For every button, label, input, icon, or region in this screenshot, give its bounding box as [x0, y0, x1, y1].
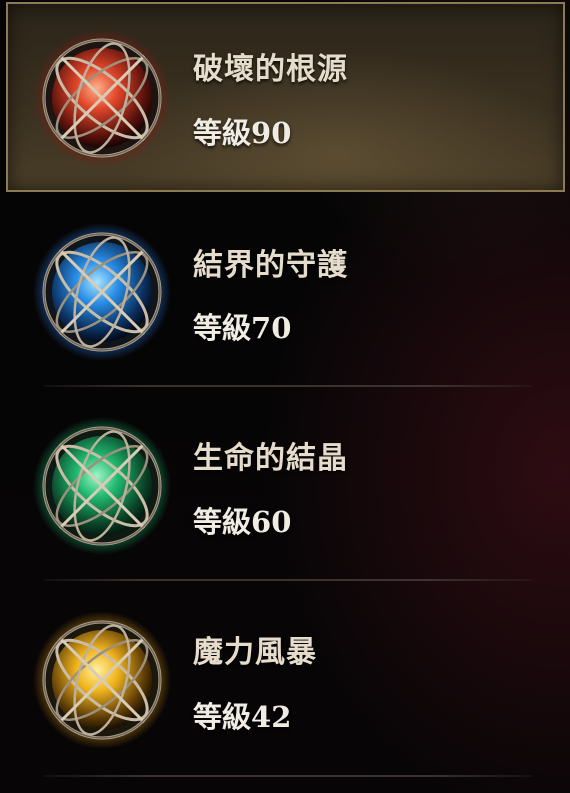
skill-item-mana-storm[interactable]: 魔力風暴 等級42 — [0, 582, 570, 777]
level-value: 70 — [251, 311, 292, 345]
skill-name: 結界的守護 — [193, 248, 348, 283]
skill-level: 等級42 — [193, 694, 291, 736]
divider — [44, 579, 532, 581]
level-value: 60 — [251, 505, 292, 539]
skill-list: 破壞的根源 等級90 結界的守護 等級70 生命的結晶 等級60 魔力風暴 等級… — [0, 0, 570, 793]
level-prefix: 等級 — [193, 311, 252, 345]
skill-name: 魔力風暴 — [193, 635, 317, 670]
skill-name: 破壞的根源 — [193, 52, 348, 87]
level-prefix: 等級 — [193, 700, 252, 734]
level-prefix: 等級 — [193, 505, 252, 539]
green-orb-icon — [32, 416, 172, 556]
skill-item-destruction-source[interactable]: 破壞的根源 等級90 — [0, 0, 570, 194]
divider — [44, 775, 532, 777]
level-value: 90 — [251, 116, 292, 150]
divider — [44, 385, 532, 387]
level-value: 42 — [251, 700, 292, 734]
skill-level: 等級60 — [193, 499, 291, 541]
skill-item-life-crystal[interactable]: 生命的結晶 等級60 — [0, 388, 570, 582]
skill-level: 等級70 — [193, 305, 291, 347]
blue-orb-icon — [32, 222, 172, 362]
skill-level: 等級90 — [193, 110, 291, 152]
skill-item-barrier-protection[interactable]: 結界的守護 等級70 — [0, 194, 570, 388]
level-prefix: 等級 — [193, 116, 252, 150]
yellow-orb-icon — [32, 610, 172, 750]
skill-name: 生命的結晶 — [193, 441, 348, 476]
red-orb-icon — [32, 28, 172, 168]
